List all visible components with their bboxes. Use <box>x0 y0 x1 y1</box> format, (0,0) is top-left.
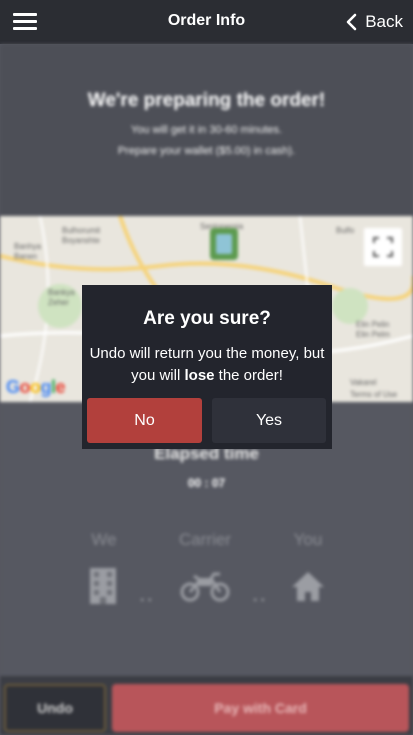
google-letter: o <box>19 377 31 397</box>
progress-dots: .. <box>140 588 155 605</box>
pay-with-card-button[interactable]: Pay with Card <box>112 684 409 732</box>
dialog-message-emphasis: lose <box>184 367 215 384</box>
status-title: We're preparing the order! <box>87 90 326 111</box>
google-letter: G <box>6 377 20 397</box>
status-payment-text: Prepare your wallet ($5.00) in cash). <box>117 145 296 157</box>
house-icon <box>292 572 324 601</box>
store-marker-icon[interactable] <box>210 228 238 260</box>
no-button[interactable]: No <box>87 398 202 443</box>
status-panel: We're preparing the order! You will get … <box>0 44 413 216</box>
yes-button[interactable]: Yes <box>212 398 326 443</box>
google-letter: o <box>30 377 41 397</box>
dialog-title: Are you sure? <box>143 308 271 329</box>
google-logo: Google <box>6 377 66 398</box>
google-letter: e <box>55 377 66 397</box>
motorcycle-icon <box>180 572 230 602</box>
map-label: Banen <box>14 252 38 261</box>
dialog-message-end: the order! <box>214 367 283 384</box>
map-label: Zeher <box>48 298 69 307</box>
back-button[interactable]: Back <box>346 10 403 34</box>
back-label: Back <box>365 12 403 31</box>
map-label: Elin Pelin <box>356 320 390 329</box>
map-label: Boyanshte <box>62 236 100 245</box>
fullscreen-button[interactable] <box>364 228 402 266</box>
chevron-left-icon <box>346 13 357 31</box>
map-label: Banhya <box>14 242 42 251</box>
google-letter: g <box>40 377 52 397</box>
bottom-action-bar: Undo Pay with Card <box>0 676 413 735</box>
map-label: Bulfo <box>336 226 355 235</box>
map-label: Vakarel <box>350 378 377 387</box>
step-label-you: You <box>293 530 323 549</box>
step-label-carrier: Carrier <box>179 530 231 549</box>
map-label: Bankya <box>48 288 75 297</box>
undo-button[interactable]: Undo <box>4 684 106 732</box>
dialog-message: Undo will return you the money, but you … <box>86 343 328 387</box>
elapsed-time-value: 00 : 07 <box>187 476 226 490</box>
confirm-dialog: Are you sure? Undo will return you the m… <box>82 285 332 449</box>
progress-dots: .. <box>253 588 268 605</box>
map-label: Bulhorumit <box>62 226 101 235</box>
map-label: Elin Pelm <box>356 330 390 339</box>
building-icon <box>90 568 116 604</box>
status-eta-text: You will get it in 30-60 minutes. <box>130 124 283 136</box>
fullscreen-icon <box>373 237 393 257</box>
top-bar: Order Info Back <box>0 0 413 44</box>
map-terms-link[interactable]: Terms of Use <box>350 390 397 399</box>
step-label-we: We <box>91 530 117 549</box>
